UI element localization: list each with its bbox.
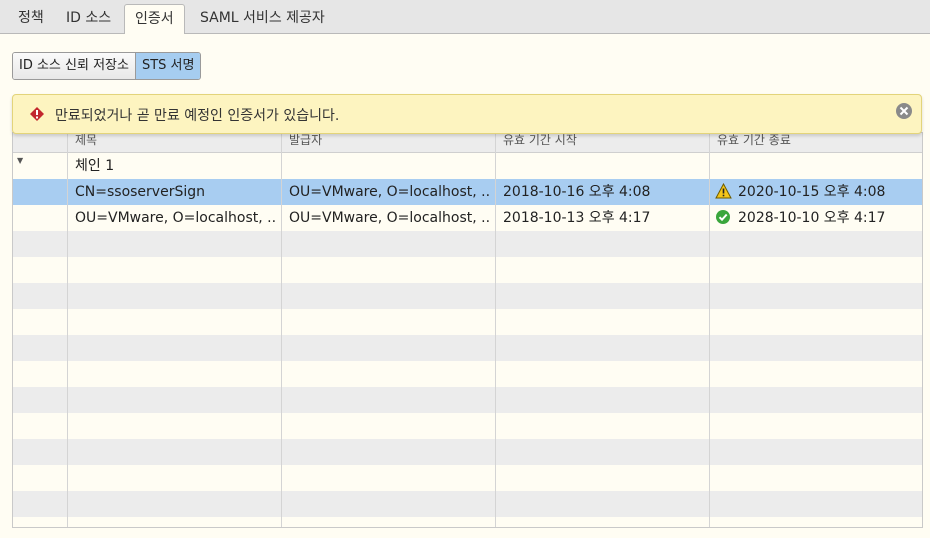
column-divider <box>67 133 68 527</box>
empty-row <box>13 309 922 335</box>
empty-row <box>13 335 922 361</box>
column-header-subject[interactable]: 제목 <box>69 133 97 153</box>
cell-valid-from: 2018-10-16 오후 4:08 <box>503 184 651 200</box>
table-row[interactable]: OU=VMware, O=localhost, ... OU=VMware, O… <box>13 205 922 231</box>
empty-row <box>13 387 922 413</box>
close-icon[interactable] <box>895 102 913 120</box>
empty-row <box>13 361 922 387</box>
column-divider[interactable] <box>709 133 710 527</box>
expiry-alert: 만료되었거나 곧 만료 예정인 인증서가 있습니다. <box>12 94 922 134</box>
alert-message: 만료되었거나 곧 만료 예정인 인증서가 있습니다. <box>55 108 340 124</box>
table-body: ▼ 체인 1 CN=ssoserverSign OU=VMware, O=loc… <box>13 153 922 527</box>
cell-subject: OU=VMware, O=localhost, ... <box>75 210 275 226</box>
certificate-type-toggle: ID 소스 신뢰 저장소 STS 서명 <box>12 52 202 80</box>
tab-policies[interactable]: 정책 <box>8 4 54 34</box>
column-divider[interactable] <box>281 133 282 527</box>
table-row[interactable]: CN=ssoserverSign OU=VMware, O=localhost,… <box>13 179 922 205</box>
column-header-issuer[interactable]: 발급자 <box>283 133 322 153</box>
sts-signing-button[interactable]: STS 서명 <box>134 53 201 79</box>
empty-row <box>13 491 922 517</box>
tab-bar: 정책 ID 소스 인증서 SAML 서비스 제공자 <box>0 0 930 35</box>
error-icon <box>30 107 44 121</box>
warning-icon <box>715 183 732 199</box>
tab-saml-service-providers[interactable]: SAML 서비스 제공자 <box>190 4 335 34</box>
valid-to-text: 2020-10-15 오후 4:08 <box>738 184 886 200</box>
tab-identity-sources[interactable]: ID 소스 <box>56 4 121 34</box>
cell-valid-to: 2020-10-15 오후 4:08 <box>715 179 920 205</box>
expand-triangle-icon[interactable]: ▼ <box>17 156 23 165</box>
column-header-valid-to[interactable]: 유효 기간 종료 <box>711 133 791 153</box>
column-divider[interactable] <box>495 133 496 527</box>
empty-row <box>13 257 922 283</box>
empty-row <box>13 283 922 309</box>
empty-row <box>13 517 922 527</box>
cell-issuer: OU=VMware, O=localhost, ... <box>289 210 489 226</box>
empty-row <box>13 465 922 491</box>
column-header-valid-from[interactable]: 유효 기간 시작 <box>497 133 577 153</box>
identity-source-trust-store-button[interactable]: ID 소스 신뢰 저장소 <box>13 53 135 79</box>
empty-row <box>13 413 922 439</box>
certificates-table: 제목 발급자 유효 기간 시작 유효 기간 종료 ▼ 체인 1 CN=ssose… <box>12 132 923 528</box>
check-icon <box>716 210 730 224</box>
valid-to-text: 2028-10-10 오후 4:17 <box>738 210 886 226</box>
cell-subject: CN=ssoserverSign <box>75 184 205 200</box>
empty-row <box>13 439 922 465</box>
group-row[interactable]: ▼ 체인 1 <box>13 153 922 179</box>
cell-valid-to: 2028-10-10 오후 4:17 <box>715 205 920 231</box>
table-header: 제목 발급자 유효 기간 시작 유효 기간 종료 <box>13 133 922 153</box>
group-label: 체인 1 <box>75 158 115 174</box>
cell-issuer: OU=VMware, O=localhost, ... <box>289 184 489 200</box>
empty-row <box>13 231 922 257</box>
tab-certificates[interactable]: 인증서 <box>124 4 185 35</box>
cell-valid-from: 2018-10-13 오후 4:17 <box>503 210 651 226</box>
certificates-panel: ID 소스 신뢰 저장소 STS 서명 만료되었거나 곧 만료 예정인 인증서가… <box>0 34 930 538</box>
